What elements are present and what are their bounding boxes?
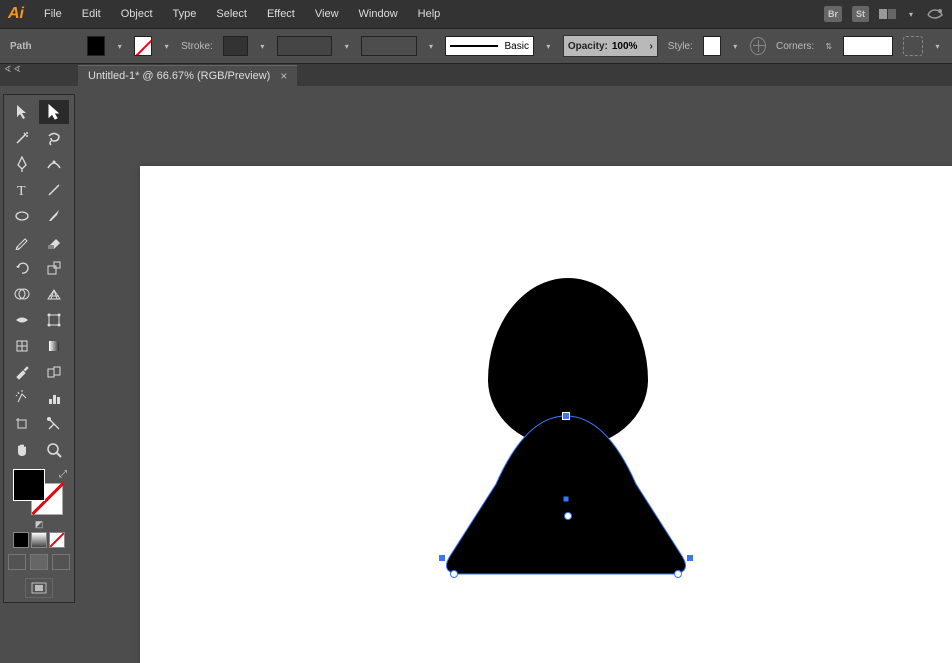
free-transform-tool[interactable] — [39, 308, 69, 332]
color-mode-solid[interactable] — [13, 532, 29, 548]
menu-effect[interactable]: Effect — [259, 4, 303, 24]
menu-file[interactable]: File — [36, 4, 70, 24]
fill-swatch[interactable] — [87, 36, 105, 56]
line-tool[interactable] — [39, 178, 69, 202]
ellipse-tool[interactable] — [7, 204, 37, 228]
symbol-sprayer-tool[interactable] — [7, 386, 37, 410]
corners-stepper-icon[interactable]: ⇅ — [824, 41, 833, 51]
color-mode-none[interactable] — [49, 532, 65, 548]
document-tab-strip: Untitled-1* @ 66.67% (RGB/Preview) × — [0, 64, 952, 86]
variable-width-profile[interactable] — [277, 36, 332, 56]
recolor-artwork-icon[interactable] — [750, 37, 766, 55]
slice-tool[interactable] — [39, 412, 69, 436]
artboard-tool[interactable] — [7, 412, 37, 436]
app-logo-ai: Ai — [8, 5, 24, 23]
perspective-grid-tool[interactable] — [39, 282, 69, 306]
brush-dropdown-icon[interactable]: ▾ — [427, 41, 436, 51]
draw-normal-icon[interactable] — [8, 554, 26, 570]
menu-help[interactable]: Help — [410, 4, 449, 24]
menu-bar: Ai File Edit Object Type Select Effect V… — [0, 0, 952, 28]
brush-basic[interactable]: Basic — [445, 36, 533, 56]
tools-panel: T — [3, 94, 75, 603]
isolate-mode-icon[interactable] — [903, 36, 923, 56]
default-fill-stroke-icon[interactable]: ◩ — [35, 519, 44, 530]
document-tab[interactable]: Untitled-1* @ 66.67% (RGB/Preview) × — [78, 65, 297, 86]
more-options-icon[interactable]: ▾ — [933, 41, 942, 51]
menu-edit[interactable]: Edit — [74, 4, 109, 24]
close-tab-icon[interactable]: × — [280, 69, 287, 83]
opacity-control[interactable]: Opacity: 100% › — [563, 35, 658, 57]
arrange-dropdown-icon[interactable]: ▾ — [906, 9, 916, 19]
opacity-value: 100% — [612, 41, 638, 52]
paintbrush-tool[interactable] — [39, 204, 69, 228]
width-tool[interactable] — [7, 308, 37, 332]
selection-tool[interactable] — [7, 100, 37, 124]
workspace: T — [0, 86, 952, 663]
fill-color-box[interactable] — [13, 469, 45, 501]
draw-mode-row — [6, 554, 72, 570]
canvas-viewport[interactable] — [78, 86, 952, 663]
swap-fill-stroke-icon[interactable]: ⤢ — [59, 469, 67, 480]
arrange-documents-icon[interactable] — [879, 9, 896, 19]
pen-tool[interactable] — [7, 152, 37, 176]
gradient-tool[interactable] — [39, 334, 69, 358]
color-mode-gradient[interactable] — [31, 532, 47, 548]
stroke-weight-input[interactable] — [223, 36, 248, 56]
menu-view[interactable]: View — [307, 4, 347, 24]
corners-input[interactable] — [843, 36, 893, 56]
svg-text:T: T — [17, 184, 26, 197]
curvature-tool[interactable] — [39, 152, 69, 176]
bridge-badge[interactable]: Br — [824, 6, 842, 22]
color-mode-row — [6, 532, 72, 548]
eraser-tool[interactable] — [39, 230, 69, 254]
shape-builder-tool[interactable] — [7, 282, 37, 306]
profile-dropdown-icon[interactable]: ▾ — [342, 41, 351, 51]
hand-tool[interactable] — [7, 438, 37, 462]
type-tool[interactable]: T — [7, 178, 37, 202]
selected-triangle-path[interactable] — [436, 414, 696, 578]
control-bar: Path ▾ ▾ Stroke: ▾ ▾ ▾ Basic ▾ Opacity: … — [0, 28, 952, 64]
scale-tool[interactable] — [39, 256, 69, 280]
graphic-style-swatch[interactable] — [703, 36, 721, 56]
panel-collapse-handle[interactable]: ∢∢ — [4, 64, 23, 75]
direct-selection-tool[interactable] — [39, 100, 69, 124]
document-tab-title: Untitled-1* @ 66.67% (RGB/Preview) — [88, 70, 270, 82]
opacity-label: Opacity: — [568, 41, 608, 52]
menu-object[interactable]: Object — [113, 4, 161, 24]
gpu-preview-icon[interactable] — [926, 6, 944, 23]
stroke-label: Stroke: — [181, 41, 213, 52]
menu-type[interactable]: Type — [165, 4, 205, 24]
brush-basic-dropdown-icon[interactable]: ▾ — [544, 41, 553, 51]
style-label: Style: — [668, 41, 693, 52]
artboard[interactable] — [140, 166, 952, 663]
menu-window[interactable]: Window — [351, 4, 406, 24]
fill-dropdown-icon[interactable]: ▾ — [115, 41, 124, 51]
column-graph-tool[interactable] — [39, 386, 69, 410]
menu-select[interactable]: Select — [208, 4, 255, 24]
screen-mode-button[interactable] — [25, 578, 53, 598]
draw-inside-icon[interactable] — [52, 554, 70, 570]
blend-tool[interactable] — [39, 360, 69, 384]
brush-definition[interactable] — [361, 36, 416, 56]
corners-label: Corners: — [776, 41, 814, 52]
mesh-tool[interactable] — [7, 334, 37, 358]
lasso-tool[interactable] — [39, 126, 69, 150]
brush-basic-label: Basic — [504, 41, 528, 52]
rotate-tool[interactable] — [7, 256, 37, 280]
draw-behind-icon[interactable] — [30, 554, 48, 570]
stroke-weight-stepper-icon[interactable]: ▾ — [258, 41, 267, 51]
eyedropper-tool[interactable] — [7, 360, 37, 384]
stroke-dropdown-icon[interactable]: ▾ — [162, 41, 171, 51]
selection-type-label: Path — [10, 41, 32, 52]
style-dropdown-icon[interactable]: ▾ — [731, 41, 740, 51]
stroke-swatch[interactable] — [134, 36, 152, 56]
zoom-tool[interactable] — [39, 438, 69, 462]
stock-badge[interactable]: St — [852, 6, 869, 22]
fill-stroke-control[interactable]: ⤢ — [11, 469, 67, 513]
pencil-tool[interactable] — [7, 230, 37, 254]
magic-wand-tool[interactable] — [7, 126, 37, 150]
